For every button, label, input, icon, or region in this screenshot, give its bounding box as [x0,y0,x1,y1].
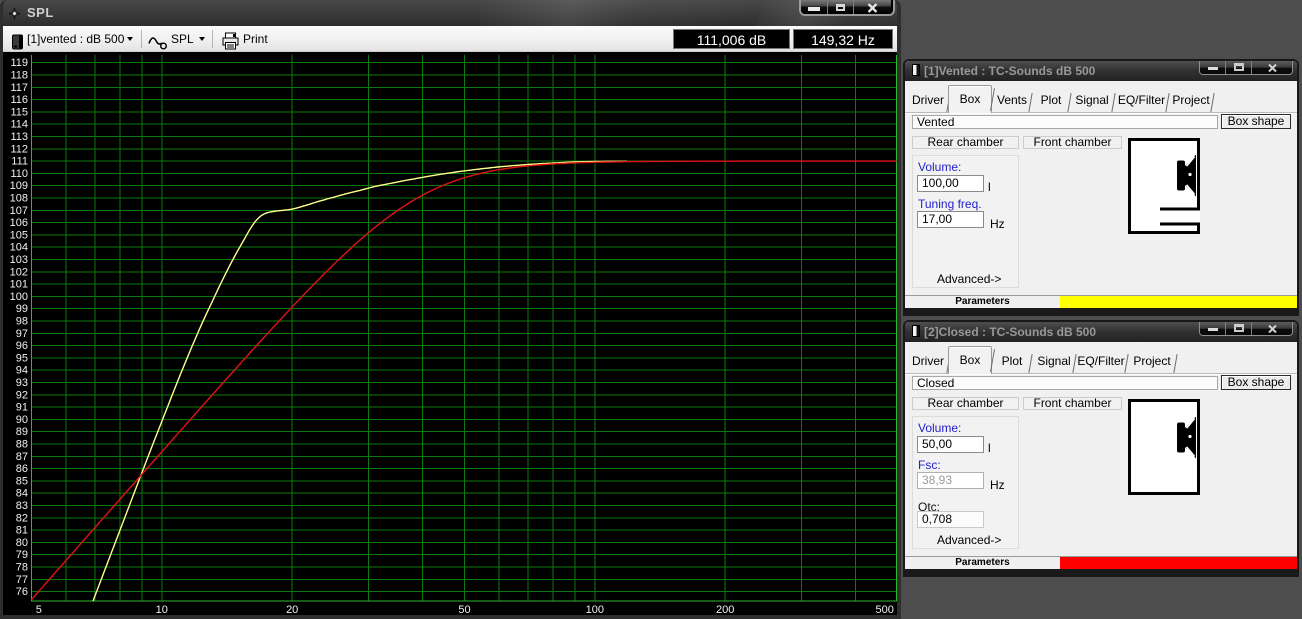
svg-text:86: 86 [16,463,28,475]
svg-text:115: 115 [10,106,28,118]
svg-text:93: 93 [16,377,28,389]
svg-text:84: 84 [16,488,28,500]
svg-text:5: 5 [36,604,42,615]
svg-text:118: 118 [10,70,28,82]
svg-text:108: 108 [10,193,28,205]
svg-text:10: 10 [156,604,168,615]
svg-text:114: 114 [10,119,28,131]
svg-text:82: 82 [16,512,28,524]
svg-text:110: 110 [10,168,28,180]
svg-text:77: 77 [16,574,28,586]
svg-text:80: 80 [16,537,28,549]
svg-text:83: 83 [16,500,28,512]
svg-text:100: 100 [10,291,28,303]
svg-text:90: 90 [16,414,28,426]
svg-text:107: 107 [10,205,28,217]
svg-text:96: 96 [16,340,28,352]
svg-text:97: 97 [16,328,28,340]
svg-text:200: 200 [716,604,734,615]
svg-text:111: 111 [11,156,28,168]
svg-text:109: 109 [10,180,28,192]
svg-text:92: 92 [16,389,28,401]
svg-text:98: 98 [16,316,28,328]
svg-text:102: 102 [10,266,28,278]
svg-text:50: 50 [458,604,470,615]
svg-text:119: 119 [10,57,28,69]
svg-text:99: 99 [16,303,28,315]
svg-text:113: 113 [10,131,28,143]
svg-text:20: 20 [286,604,298,615]
svg-text:106: 106 [10,217,28,229]
svg-text:85: 85 [16,475,28,487]
svg-text:100: 100 [586,604,604,615]
svg-text:87: 87 [16,451,28,463]
svg-text:89: 89 [16,426,28,438]
svg-text:101: 101 [10,279,28,291]
svg-text:500: 500 [876,604,894,615]
svg-text:116: 116 [10,94,28,106]
svg-text:79: 79 [16,549,28,561]
svg-text:95: 95 [16,352,28,364]
svg-text:117: 117 [10,82,28,94]
svg-text:81: 81 [16,525,28,537]
svg-text:88: 88 [16,439,28,451]
svg-text:78: 78 [16,562,28,574]
svg-text:103: 103 [10,254,28,266]
svg-text:76: 76 [16,586,28,598]
svg-text:105: 105 [10,229,28,241]
svg-text:104: 104 [10,242,28,254]
svg-text:94: 94 [16,365,28,377]
svg-text:91: 91 [16,402,28,414]
svg-text:112: 112 [10,143,28,155]
